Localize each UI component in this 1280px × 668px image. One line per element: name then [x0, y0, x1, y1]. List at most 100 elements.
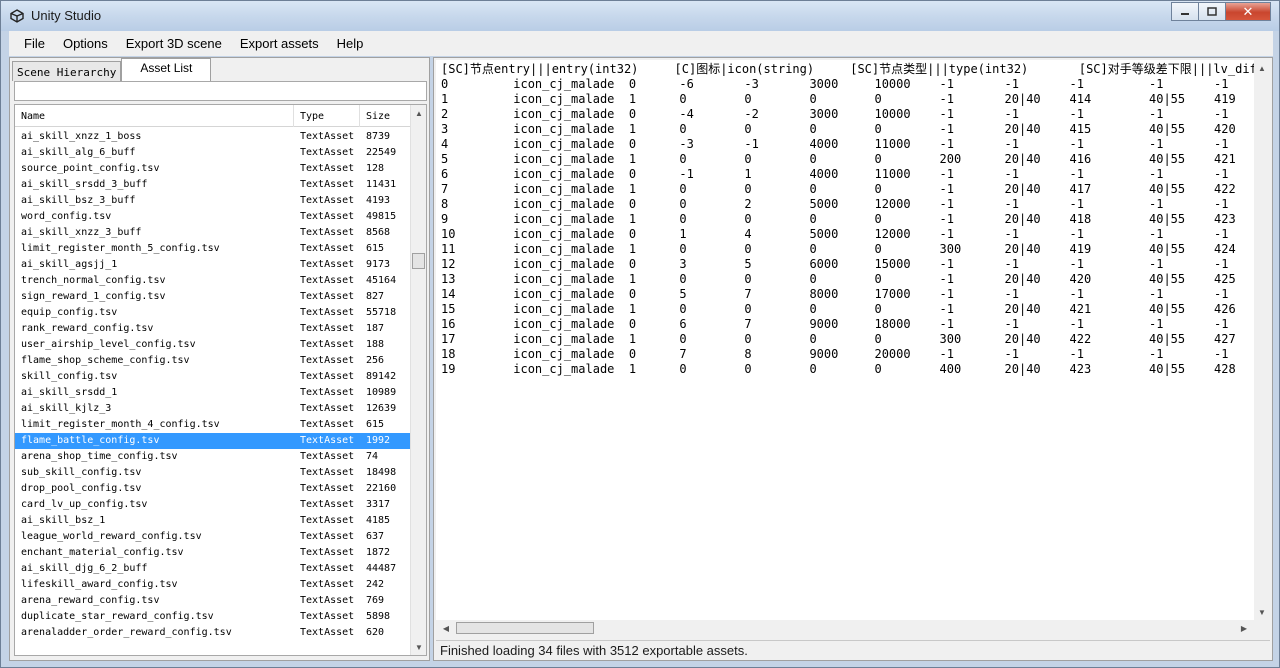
preview-data-line: 13 icon_cj_malade 1 0 0 0 0 -1 20|40 420… [441, 272, 1236, 286]
list-item[interactable]: ai_skill_xnzz_3_buff TextAsset 8568 [15, 225, 411, 241]
list-item[interactable]: source_point_config.tsv TextAsset 128 [15, 161, 411, 177]
maximize-button[interactable] [1198, 2, 1225, 21]
list-item[interactable]: sign_reward_1_config.tsv TextAsset 827 [15, 289, 411, 305]
cell-name: card_lv_up_config.tsv [21, 499, 148, 510]
tab-asset-list[interactable]: Asset List [121, 58, 212, 81]
column-header-size[interactable]: Size [360, 105, 411, 127]
list-item[interactable]: sub_skill_config.tsv TextAsset 18498 [15, 465, 411, 481]
cell-size: 18498 [366, 467, 397, 478]
preview-data-line: 9 icon_cj_malade 1 0 0 0 0 -1 20|40 418 … [441, 212, 1236, 226]
list-item[interactable]: league_world_reward_config.tsv TextAsset 6… [15, 529, 411, 545]
list-item[interactable]: lifeskill_award_config.tsv TextAsset 242 [15, 577, 411, 593]
scroll-down-icon[interactable]: ▼ [1254, 604, 1270, 620]
list-item[interactable]: ai_skill_djg_6_2_buff TextAsset 44487 [15, 561, 411, 577]
preview-data-line: 0 icon_cj_malade 0 -6 -3 3000 10000 -1 -… [441, 77, 1229, 91]
cell-type: TextAsset [300, 627, 355, 638]
menu-export-assets[interactable]: Export assets [231, 33, 328, 55]
cell-size: 827 [366, 291, 385, 302]
list-item[interactable]: flame_battle_config.tsv TextAsset 1992 [15, 433, 411, 449]
cell-name: flame_shop_scheme_config.tsv [21, 355, 190, 366]
menu-file[interactable]: File [15, 33, 54, 55]
preview-data-line: 10 icon_cj_malade 0 1 4 5000 12000 -1 -1… [441, 227, 1229, 241]
cell-type: TextAsset [300, 243, 355, 254]
asset-text-preview[interactable]: [SC]节点entry|||entry(int32) [C]图标|icon(st… [436, 60, 1256, 636]
list-item[interactable]: duplicate_star_reward_config.tsv TextAsse… [15, 609, 411, 625]
cell-size: 55718 [366, 307, 397, 318]
list-item[interactable]: card_lv_up_config.tsv TextAsset 3317 [15, 497, 411, 513]
cell-type: TextAsset [300, 291, 355, 302]
list-item[interactable]: ai_skill_srsdd_3_buff TextAsset 11431 [15, 177, 411, 193]
list-item[interactable]: trench_normal_config.tsv TextAsset 45164 [15, 273, 411, 289]
preview-lines: [SC]节点entry|||entry(int32) [C]图标|icon(st… [441, 62, 1256, 377]
preview-data-line: 18 icon_cj_malade 0 7 8 9000 20000 -1 -1… [441, 347, 1229, 361]
cell-type: TextAsset [300, 211, 355, 222]
cell-type: TextAsset [300, 547, 355, 558]
scroll-up-icon[interactable]: ▲ [411, 105, 426, 121]
cell-name: arena_reward_config.tsv [21, 595, 160, 606]
list-header: Name Type Size [15, 105, 411, 127]
preview-vertical-scrollbar[interactable]: ▲ ▼ [1254, 60, 1270, 636]
menu-export-3d-scene[interactable]: Export 3D scene [117, 33, 231, 55]
cell-type: TextAsset [300, 227, 355, 238]
cell-name: flame_battle_config.tsv [21, 435, 160, 446]
title-bar[interactable]: Unity Studio ✕ [1, 1, 1279, 31]
scroll-up-icon[interactable]: ▲ [1254, 60, 1270, 76]
list-item[interactable]: ai_skill_agsjj_1 TextAsset 9173 [15, 257, 411, 273]
asset-list-vertical-scrollbar[interactable]: ▲ ▼ [410, 105, 426, 655]
cell-size: 128 [366, 163, 385, 174]
cell-type: TextAsset [300, 531, 355, 542]
list-item[interactable]: flame_shop_scheme_config.tsv TextAsset 256 [15, 353, 411, 369]
list-item[interactable]: ai_skill_xnzz_1_boss TextAsset 8739 [15, 129, 411, 145]
cell-name: sub_skill_config.tsv [21, 467, 142, 478]
column-header-name[interactable]: Name [15, 105, 294, 127]
menu-help[interactable]: Help [328, 33, 373, 55]
list-item[interactable]: word_config.tsv TextAsset 49815 [15, 209, 411, 225]
preview-horizontal-scrollbar[interactable]: ◀ ▶ [436, 620, 1254, 636]
list-item[interactable]: ai_skill_srsdd_1 TextAsset 10989 [15, 385, 411, 401]
cell-type: TextAsset [300, 451, 355, 462]
minimize-button[interactable] [1171, 2, 1198, 21]
list-item[interactable]: arena_shop_time_config.tsv TextAsset 74 [15, 449, 411, 465]
list-item[interactable]: rank_reward_config.tsv TextAsset 187 [15, 321, 411, 337]
list-item[interactable]: ai_skill_kjlz_3 TextAsset 12639 [15, 401, 411, 417]
list-item[interactable]: ai_skill_alg_6_buff TextAsset 22549 [15, 145, 411, 161]
scroll-left-icon[interactable]: ◀ [438, 620, 454, 636]
cell-name: word_config.tsv [21, 211, 112, 222]
cell-size: 22549 [366, 147, 397, 158]
list-item[interactable]: skill_config.tsv TextAsset 89142 [15, 369, 411, 385]
cell-type: TextAsset [300, 307, 355, 318]
cell-type: TextAsset [300, 419, 355, 430]
list-item[interactable]: user_airship_level_config.tsv TextAsset 18… [15, 337, 411, 353]
column-header-type[interactable]: Type [294, 105, 360, 127]
cell-name: user_airship_level_config.tsv [21, 339, 196, 350]
cell-name: rank_reward_config.tsv [21, 323, 154, 334]
list-item[interactable]: drop_pool_config.tsv TextAsset 22160 [15, 481, 411, 497]
cell-name: lifeskill_award_config.tsv [21, 579, 178, 590]
list-item[interactable]: arena_reward_config.tsv TextAsset 769 [15, 593, 411, 609]
asset-filter-input[interactable] [14, 81, 427, 101]
cell-size: 5898 [366, 611, 391, 622]
status-text: Finished loading 34 files with 3512 expo… [440, 643, 748, 658]
scroll-right-icon[interactable]: ▶ [1236, 620, 1252, 636]
maximize-icon [1207, 7, 1217, 16]
horizontal-scroll-thumb[interactable] [456, 622, 594, 634]
cell-type: TextAsset [300, 259, 355, 270]
scroll-down-icon[interactable]: ▼ [411, 639, 426, 655]
list-item[interactable]: arenaladder_order_reward_config.tsv TextA… [15, 625, 411, 641]
cell-size: 12639 [366, 403, 397, 414]
list-item[interactable]: ai_skill_bsz_3_buff TextAsset 4193 [15, 193, 411, 209]
list-item[interactable]: enchant_material_config.tsv TextAsset 1872 [15, 545, 411, 561]
preview-data-line: 17 icon_cj_malade 1 0 0 0 0 300 20|40 42… [441, 332, 1236, 346]
tab-scene-hierarchy[interactable]: Scene Hierarchy [12, 61, 122, 81]
list-item[interactable]: limit_register_month_4_config.tsv TextAss… [15, 417, 411, 433]
cell-type: TextAsset [300, 323, 355, 334]
menu-bar: File Options Export 3D scene Export asse… [9, 31, 1273, 56]
scroll-thumb[interactable] [412, 253, 425, 269]
list-item[interactable]: limit_register_month_5_config.tsv TextAss… [15, 241, 411, 257]
cell-type: TextAsset [300, 147, 355, 158]
menu-options[interactable]: Options [54, 33, 117, 55]
close-button[interactable]: ✕ [1225, 2, 1271, 21]
list-item[interactable]: equip_config.tsv TextAsset 55718 [15, 305, 411, 321]
list-item[interactable]: ai_skill_bsz_1 TextAsset 4185 [15, 513, 411, 529]
preview-data-line: 5 icon_cj_malade 1 0 0 0 0 200 20|40 416… [441, 152, 1236, 166]
